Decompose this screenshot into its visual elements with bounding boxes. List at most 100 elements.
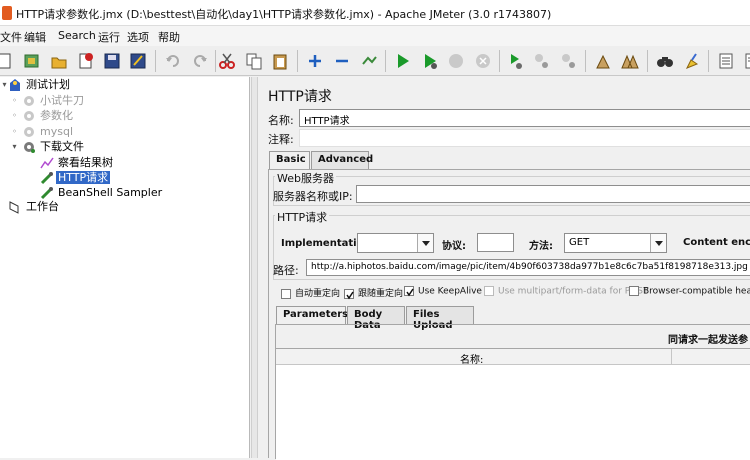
- column-name[interactable]: 名称:: [276, 349, 672, 366]
- stop-icon[interactable]: [444, 49, 468, 73]
- protocol-label: 协议:: [442, 241, 466, 252]
- test-plan-icon: [8, 78, 22, 92]
- comments-field[interactable]: [299, 129, 750, 147]
- path-label: 路径:: [273, 264, 299, 277]
- clear-icon[interactable]: [591, 49, 615, 73]
- expand-toggle-icon[interactable]: ◦: [10, 96, 19, 105]
- pipette-icon: [40, 171, 54, 185]
- menu-bar: 文件 编辑 Search 运行 选项 帮助: [0, 26, 750, 46]
- collapse-icon[interactable]: [330, 49, 354, 73]
- shutdown-icon[interactable]: [471, 49, 495, 73]
- search-icon[interactable]: [653, 49, 677, 73]
- expand-toggle-icon[interactable]: ◦: [10, 127, 19, 136]
- tree-node-thread-group[interactable]: 下载文件: [22, 140, 86, 154]
- paste-icon[interactable]: [268, 49, 292, 73]
- close-icon[interactable]: [74, 49, 98, 73]
- multipart-checkbox[interactable]: Use multipart/form-data for POST: [484, 286, 649, 297]
- tab-basic[interactable]: Basic: [269, 151, 310, 169]
- window-title: HTTP请求参数化.jmx (D:\besttest\自动化\day1\HTTP…: [16, 8, 552, 21]
- content-encoding-label: Content encodi: [683, 237, 750, 248]
- tab-files-upload[interactable]: Files Upload: [406, 306, 474, 331]
- reset-search-icon[interactable]: [680, 49, 704, 73]
- name-field[interactable]: HTTP请求: [299, 109, 750, 127]
- chevron-down-icon: [417, 234, 433, 252]
- gear-icon: [22, 125, 36, 139]
- tree-node-beanshell-sampler[interactable]: BeanShell Sampler: [40, 186, 164, 200]
- server-field[interactable]: [356, 185, 750, 203]
- tree-node-thread-group[interactable]: 参数化: [22, 109, 75, 123]
- undo-icon[interactable]: [161, 49, 185, 73]
- remote-shutdown-icon[interactable]: [557, 49, 581, 73]
- tree-node-http-request[interactable]: HTTP请求: [40, 171, 111, 185]
- parameters-panel: 同请求一起发送参 名称:: [275, 324, 750, 460]
- http-request-legend: HTTP请求: [275, 209, 330, 225]
- toggle-icon[interactable]: [357, 49, 381, 73]
- keepalive-checkbox[interactable]: Use KeepAlive: [404, 286, 482, 297]
- expand-icon[interactable]: [303, 49, 327, 73]
- test-plan-tree: ▾ 测试计划 ◦ 小试牛刀 ◦ 参数化 ◦ mysql ▾ 下载文件 察看结果树…: [0, 77, 250, 458]
- start-icon[interactable]: [391, 49, 415, 73]
- open-icon[interactable]: [47, 49, 71, 73]
- menu-file[interactable]: 文件: [0, 29, 22, 45]
- name-label: 名称:: [268, 114, 294, 127]
- tree-node-thread-group[interactable]: 小试牛刀: [22, 94, 86, 108]
- tree-node-thread-group[interactable]: mysql: [22, 125, 75, 139]
- browser-headers-checkbox[interactable]: Browser-compatible headers: [629, 286, 750, 297]
- tree-node-listener[interactable]: 察看结果树: [40, 156, 115, 170]
- tree-node-test-plan[interactable]: 测试计划: [8, 78, 72, 92]
- remote-start-icon[interactable]: [504, 49, 528, 73]
- redo-icon[interactable]: [188, 49, 212, 73]
- method-select[interactable]: GET: [564, 233, 667, 253]
- menu-search[interactable]: Search: [58, 29, 96, 42]
- menu-edit[interactable]: 编辑: [24, 29, 46, 45]
- start-no-pause-icon[interactable]: [418, 49, 442, 73]
- workbench-icon: [8, 200, 22, 214]
- checkbox-box: [281, 288, 291, 299]
- cut-icon[interactable]: [215, 49, 239, 73]
- method-label: 方法:: [529, 241, 553, 252]
- results-tree-icon: [40, 156, 54, 170]
- gear-icon: [22, 94, 36, 108]
- gear-icon: [22, 109, 36, 123]
- function-helper-icon[interactable]: [714, 49, 738, 73]
- parameters-table: 名称:: [276, 348, 750, 460]
- params-caption: 同请求一起发送参: [668, 335, 748, 346]
- tab-parameters[interactable]: Parameters: [276, 306, 348, 324]
- tree-node-workbench[interactable]: 工作台: [8, 200, 61, 214]
- copy-icon[interactable]: [242, 49, 266, 73]
- menu-options[interactable]: 选项: [127, 29, 149, 45]
- checkbox-box: [484, 286, 494, 296]
- http-request-panel: HTTP请求 名称: HTTP请求 注释: Basic Advanced Web…: [258, 77, 750, 460]
- protocol-field[interactable]: [477, 233, 514, 252]
- templates-icon[interactable]: [20, 49, 44, 73]
- window-title-bar: HTTP请求参数化.jmx (D:\besttest\自动化\day1\HTTP…: [0, 0, 750, 26]
- save-screenshot-icon[interactable]: [126, 49, 150, 73]
- comments-label: 注释:: [268, 133, 294, 146]
- remote-stop-icon[interactable]: [530, 49, 554, 73]
- check-icon: [404, 286, 414, 297]
- pipette-icon: [40, 186, 54, 200]
- table-header: 名称:: [276, 349, 750, 366]
- panel-title: HTTP请求: [268, 89, 332, 105]
- clear-all-icon[interactable]: [618, 49, 642, 73]
- web-server-legend: Web服务器: [275, 170, 336, 186]
- help-icon[interactable]: [740, 49, 750, 73]
- menu-run[interactable]: 运行: [98, 29, 120, 45]
- new-icon[interactable]: [0, 49, 16, 73]
- collapse-toggle-icon[interactable]: ▾: [10, 142, 19, 151]
- implementation-select[interactable]: [357, 233, 434, 253]
- menu-help[interactable]: 帮助: [158, 29, 180, 45]
- save-icon[interactable]: [100, 49, 124, 73]
- follow-redirects-checkbox[interactable]: 跟随重定向: [344, 286, 403, 299]
- tab-advanced[interactable]: Advanced: [311, 151, 373, 169]
- jmeter-app-icon: [2, 6, 12, 20]
- redirect-auto-checkbox[interactable]: 自动重定向: [281, 286, 340, 299]
- gear-icon: [22, 140, 36, 154]
- check-icon: [344, 288, 354, 299]
- chevron-down-icon: [650, 234, 666, 252]
- path-field[interactable]: http://a.hiphotos.baidu.com/image/pic/it…: [306, 259, 750, 276]
- tab-body-data[interactable]: Body Data: [347, 306, 405, 331]
- panel-splitter[interactable]: [251, 77, 258, 458]
- expand-toggle-icon[interactable]: ◦: [10, 111, 19, 120]
- checkbox-box: [629, 286, 639, 296]
